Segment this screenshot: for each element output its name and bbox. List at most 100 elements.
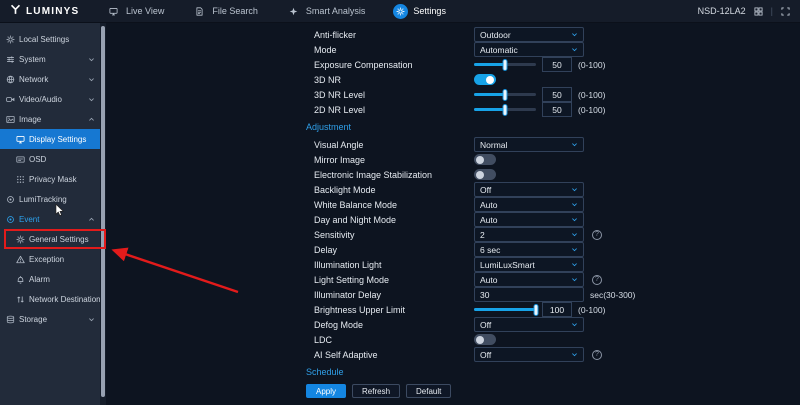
sidebar-item-system[interactable]: System (0, 49, 100, 69)
section-header-schedule: Schedule (306, 362, 800, 382)
field-label: Brightness Upper Limit (314, 305, 474, 315)
slider-exposure-compensation[interactable] (474, 63, 536, 66)
sidebar-item-image[interactable]: Image (0, 109, 100, 129)
info-icon[interactable]: ? (592, 275, 602, 285)
slider-value-box[interactable]: 50 (542, 87, 572, 102)
sidebar-item-video-audio[interactable]: Video/Audio (0, 89, 100, 109)
sidebar-item-exception[interactable]: Exception (0, 249, 100, 269)
privacy-mask-icon (15, 175, 25, 184)
slider-handle[interactable] (534, 304, 539, 316)
sidebar-item-event[interactable]: Event (0, 209, 100, 229)
default-button[interactable]: Default (406, 384, 451, 398)
layout-grid-icon[interactable] (754, 7, 763, 16)
sidebar-item-network-destination[interactable]: Network Destination (0, 289, 100, 309)
sidebar-item-osd[interactable]: OSD (0, 149, 100, 169)
toggle-3d-nr[interactable] (474, 74, 496, 85)
local-settings-icon (5, 35, 15, 44)
sidebar-item-network[interactable]: Network (0, 69, 100, 89)
select-backlight-mode[interactable]: Off (474, 182, 584, 197)
toggle-mirror-image[interactable] (474, 154, 496, 165)
chevron-down-icon (571, 321, 578, 328)
select-value: Auto (480, 275, 498, 285)
chevron-down-icon (88, 96, 95, 103)
scrollbar-thumb[interactable] (101, 26, 105, 397)
lumitracking-icon (5, 195, 15, 204)
toggle-ldc[interactable] (474, 334, 496, 345)
field-label: Mirror Image (314, 155, 474, 165)
system-icon (5, 55, 15, 64)
content-scrollbar[interactable] (100, 23, 106, 405)
form-row: Electronic Image Stabilization (306, 167, 800, 182)
field-label: Delay (314, 245, 474, 255)
select-anti-flicker[interactable]: Outdoor (474, 27, 584, 42)
network-destination-icon (15, 295, 25, 304)
select-light-setting-mode[interactable]: Auto (474, 272, 584, 287)
apply-button[interactable]: Apply (306, 384, 346, 398)
field-label: White Balance Mode (314, 200, 474, 210)
select-sensitivity[interactable]: 2 (474, 227, 584, 242)
sidebar-item-storage[interactable]: Storage (0, 309, 100, 329)
slider-value-box[interactable]: 100 (542, 302, 572, 317)
chevron-down-icon (88, 56, 95, 63)
select-delay[interactable]: 6 sec (474, 242, 584, 257)
nav-item-live-view[interactable]: Live View (106, 4, 164, 19)
chevron-down-icon (571, 216, 578, 223)
form-row: Sensitivity2? (306, 227, 800, 242)
field-label: Defog Mode (314, 320, 474, 330)
info-icon[interactable]: ? (592, 350, 602, 360)
nav-item-file-search[interactable]: File Search (192, 4, 258, 19)
select-ai-self-adaptive[interactable]: Off (474, 347, 584, 362)
device-name: NSD-12LA2 (698, 6, 746, 16)
select-illumination-light[interactable]: LumiLuxSmart (474, 257, 584, 272)
toggle-knob (486, 76, 494, 84)
slider-value-box[interactable]: 50 (542, 57, 572, 72)
info-icon[interactable]: ? (592, 230, 602, 240)
form-row: Exposure Compensation50(0-100) (306, 57, 800, 72)
sidebar-item-label: Event (19, 215, 39, 224)
select-mode[interactable]: Automatic (474, 42, 584, 57)
form-row: Day and Night ModeAuto (306, 212, 800, 227)
nav-item-smart-analysis[interactable]: Smart Analysis (286, 4, 366, 19)
field-label: 2D NR Level (314, 105, 474, 115)
chevron-down-icon (571, 31, 578, 38)
sidebar-item-lumitracking[interactable]: LumiTracking (0, 189, 100, 209)
slider-handle[interactable] (503, 89, 508, 101)
slider-3d-nr-level[interactable] (474, 93, 536, 96)
slider-fill (474, 63, 505, 66)
field-label: Electronic Image Stabilization (314, 170, 474, 180)
toggle-electronic-image-stabilization[interactable] (474, 169, 496, 180)
slider-value-box[interactable]: 50 (542, 102, 572, 117)
nav-item-settings[interactable]: Settings (393, 4, 446, 19)
sidebar-item-local-settings[interactable]: Local Settings (0, 29, 100, 49)
form-row: Mirror Image (306, 152, 800, 167)
luminys-logo-icon (10, 2, 21, 20)
slider-handle[interactable] (503, 104, 508, 116)
nav-item-label: Smart Analysis (306, 6, 366, 16)
sidebar-item-general-settings[interactable]: General Settings (0, 229, 100, 249)
alarm-icon (15, 275, 25, 284)
select-visual-angle[interactable]: Normal (474, 137, 584, 152)
form-row: 3D NR Level50(0-100) (306, 87, 800, 102)
slider-fill (474, 108, 505, 111)
topbar-right: NSD-12LA2 | (698, 6, 790, 16)
nav-item-label: Live View (126, 6, 164, 16)
form-row: 3D NR (306, 72, 800, 87)
slider-fill (474, 93, 505, 96)
smart-analysis-icon (286, 4, 301, 19)
refresh-button[interactable]: Refresh (352, 384, 400, 398)
input-suffix: sec(30-300) (590, 290, 635, 300)
sidebar-item-privacy-mask[interactable]: Privacy Mask (0, 169, 100, 189)
sidebar-item-alarm[interactable]: Alarm (0, 269, 100, 289)
select-white-balance-mode[interactable]: Auto (474, 197, 584, 212)
sidebar-item-display-settings[interactable]: Display Settings (0, 129, 100, 149)
slider-handle[interactable] (503, 59, 508, 71)
fullscreen-icon[interactable] (781, 7, 790, 16)
input-illuminator-delay[interactable] (474, 287, 584, 302)
select-defog-mode[interactable]: Off (474, 317, 584, 332)
slider-brightness-upper-limit[interactable] (474, 308, 536, 311)
toggle-knob (476, 171, 484, 179)
slider-2d-nr-level[interactable] (474, 108, 536, 111)
form-row: LDC (306, 332, 800, 347)
select-value: Outdoor (480, 30, 511, 40)
select-day-and-night-mode[interactable]: Auto (474, 212, 584, 227)
